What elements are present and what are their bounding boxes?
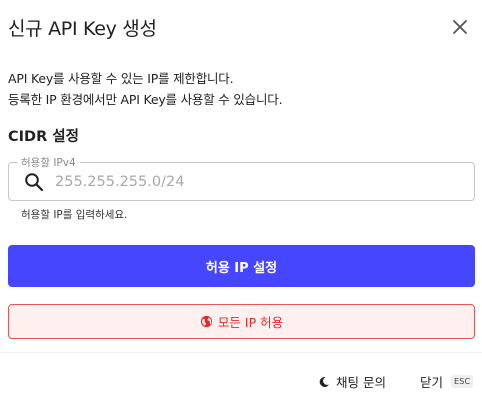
moon-icon	[319, 376, 329, 387]
description-line-2: 등록한 IP 환경에서만 API Key를 사용할 수 있습니다.	[8, 92, 283, 107]
close-label: 닫기	[420, 375, 444, 390]
globe-icon	[200, 315, 212, 328]
close-button[interactable]: 닫기 ESC	[420, 372, 474, 391]
set-allowed-ip-label: 허용 IP 설정	[205, 260, 278, 276]
allow-all-ip-button[interactable]: 모든 IP 허용	[8, 304, 475, 339]
description-line-1: API Key를 사용할 수 있는 IP를 제한합니다.	[8, 71, 234, 86]
dialog-description: API Key를 사용할 수 있는 IP를 제한합니다. 등록한 IP 환경에서…	[8, 68, 283, 110]
chat-inquiry-button[interactable]: 채팅 문의	[318, 372, 386, 391]
footer-divider	[0, 352, 482, 353]
esc-shortcut-badge: ESC	[451, 375, 474, 388]
dialog-title: 신규 API Key 생성	[8, 18, 157, 40]
allow-all-ip-label: 모든 IP 허용	[217, 315, 284, 330]
chat-inquiry-label: 채팅 문의	[336, 375, 386, 390]
set-allowed-ip-button[interactable]: 허용 IP 설정	[8, 245, 475, 287]
ipv4-field: 허용할 IPv4	[8, 155, 475, 201]
ipv4-helper-text: 허용할 IP를 입력하세요.	[21, 209, 128, 221]
ipv4-input[interactable]	[55, 168, 455, 196]
close-icon[interactable]	[449, 16, 471, 38]
search-icon	[25, 173, 44, 192]
cidr-section-title: CIDR 설정	[8, 129, 79, 145]
